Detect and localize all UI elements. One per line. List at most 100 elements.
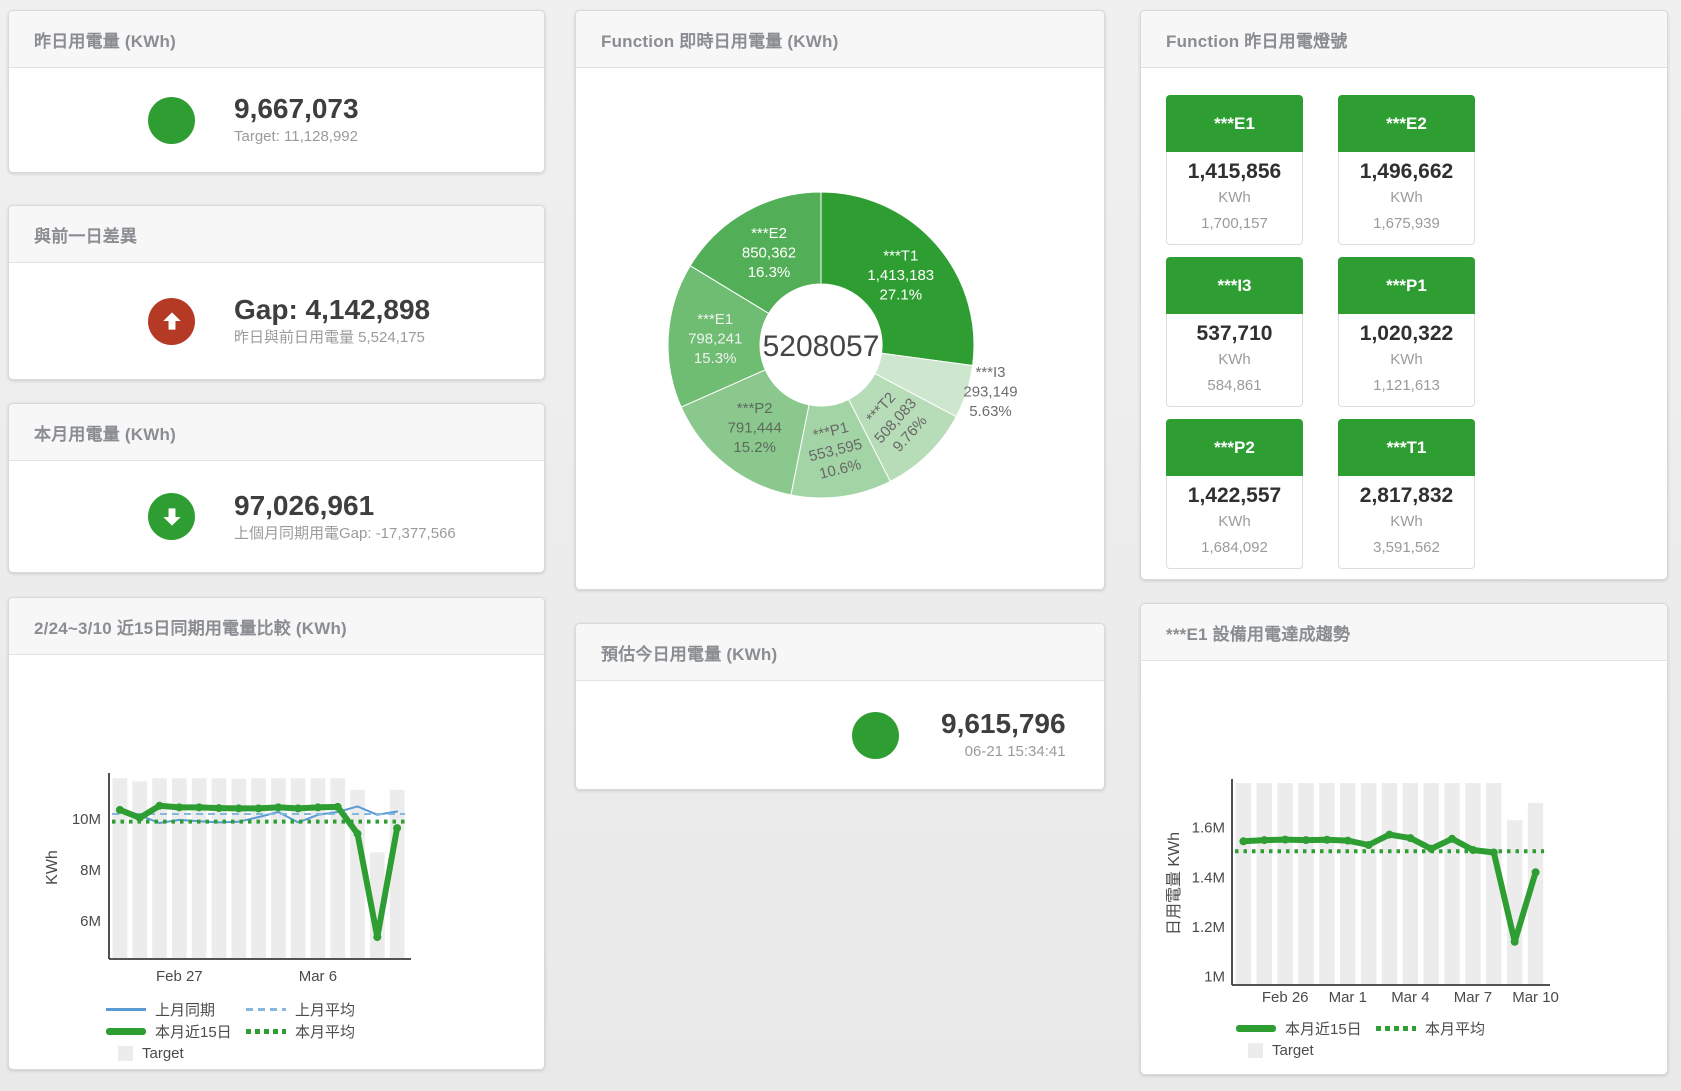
- legend-item-label: 上月平均: [295, 999, 355, 1020]
- e1-trend-chart: 1M1.2M1.4M1.6MFeb 26Mar 1Mar 4Mar 7Mar 1…: [1141, 661, 1667, 1013]
- device-tile-value: 1,415,856: [1169, 158, 1300, 185]
- card-yesterday-body: 9,667,073 Target: 11,128,992: [9, 68, 544, 172]
- card-gap-header: 與前一日差異: [9, 206, 544, 263]
- card-yesterday-lights: Function 昨日用電燈號 ***E11,415,856KWh1,700,1…: [1140, 10, 1668, 580]
- legend-item-Target[interactable]: Target: [1236, 1042, 1376, 1059]
- device-tile-P2: ***P21,422,557KWh1,684,092: [1166, 419, 1303, 569]
- device-tile-body: 2,817,832KWh3,591,562: [1338, 476, 1475, 569]
- card-yesterday-usage: 昨日用電量 (KWh) 9,667,073 Target: 11,128,992: [8, 10, 545, 173]
- y-tick-label: 10M: [72, 811, 101, 828]
- comparison-card-title: 2/24~3/10 近15日同期用電量比較 (KWh): [34, 614, 347, 639]
- device-tile-body: 1,496,662KWh1,675,939: [1338, 152, 1475, 245]
- device-tile-value: 1,020,322: [1341, 320, 1472, 347]
- device-tile-unit: KWh: [1341, 347, 1472, 373]
- legend-item-label: 本月平均: [1425, 1018, 1485, 1039]
- legend-row: Target: [106, 1042, 544, 1064]
- card-yesterday-title: 昨日用電量 (KWh): [34, 27, 176, 52]
- legend-row: 上月同期 上月平均: [106, 998, 544, 1020]
- donut-center-total: 5208057: [763, 330, 880, 363]
- device-tile-unit: KWh: [1341, 185, 1472, 211]
- device-tile-T1: ***T12,817,832KWh3,591,562: [1338, 419, 1475, 569]
- card-month-usage: 本月用電量 (KWh) 97,026,961 上個月同期用電Gap: -17,3…: [8, 403, 545, 573]
- donut-card-title: Function 即時日用電量 (KWh): [601, 27, 838, 52]
- legend-item-本月平均[interactable]: 本月平均: [1376, 1018, 1516, 1039]
- month-usage-value: 97,026,961: [234, 489, 456, 523]
- card-e1-trend: ***E1 設備用電達成趨勢 1M1.2M1.4M1.6MFeb 26Mar 1…: [1140, 603, 1668, 1075]
- month-usage-gap: 上個月同期用電Gap: -17,377,566: [234, 523, 456, 545]
- comparison-card-header: 2/24~3/10 近15日同期用電量比較 (KWh): [9, 598, 544, 655]
- device-tile-target: 1,700,157: [1169, 211, 1300, 237]
- y-tick-label: 1.6M: [1192, 820, 1225, 837]
- chart-right-svg: 1M1.2M1.4M1.6MFeb 26Mar 1Mar 4Mar 7Mar 1…: [1141, 661, 1668, 1008]
- legend-item-上月同期[interactable]: 上月同期: [106, 999, 246, 1020]
- status-dot-green-icon: [148, 97, 195, 144]
- arrow-down-circle-icon: [148, 493, 195, 540]
- legend-item-label: Target: [142, 1045, 184, 1062]
- device-tile-value: 2,817,832: [1341, 482, 1472, 509]
- estimate-card-title: 預估今日用電量 (KWh): [601, 640, 777, 665]
- y-tick-label: 6M: [80, 913, 101, 930]
- arrow-up-icon: [159, 308, 185, 334]
- x-tick-label: Mar 1: [1329, 989, 1367, 1006]
- device-tile-body: 1,020,322KWh1,121,613: [1338, 314, 1475, 407]
- device-tile-unit: KWh: [1169, 185, 1300, 211]
- card-month-header: 本月用電量 (KWh): [9, 404, 544, 461]
- legend-row: 本月近15日 本月平均: [106, 1020, 544, 1042]
- device-tile-value: 537,710: [1169, 320, 1300, 347]
- donut-card-header: Function 即時日用電量 (KWh): [576, 11, 1104, 68]
- target-bars: [1236, 783, 1544, 984]
- arrow-up-circle-icon: [148, 298, 195, 345]
- legend-line-swatch-icon: [106, 1008, 146, 1011]
- legend-item-label: 上月同期: [155, 999, 215, 1020]
- device-tile-status-header: ***P2: [1166, 419, 1303, 476]
- donut-svg: ***T11,413,18327.1%***I3293,1495.63%***T…: [576, 68, 1105, 588]
- legend-item-上月平均[interactable]: 上月平均: [246, 999, 386, 1020]
- device-tile-target: 1,675,939: [1341, 211, 1472, 237]
- device-tile-unit: KWh: [1341, 509, 1472, 535]
- legend-item-label: Target: [1272, 1042, 1314, 1059]
- estimate-value: 9,615,796: [941, 707, 1066, 741]
- estimate-timestamp: 06-21 15:34:41: [941, 741, 1066, 763]
- card-gap-title: 與前一日差異: [34, 222, 137, 247]
- estimate-card-body: 9,615,796 06-21 15:34:41: [576, 681, 1104, 789]
- device-tile-status-header: ***P1: [1338, 257, 1475, 314]
- legend-item-label: 本月平均: [295, 1021, 355, 1042]
- card-month-body: 97,026,961 上個月同期用電Gap: -17,377,566: [9, 461, 544, 572]
- device-tile-target: 1,121,613: [1341, 373, 1472, 399]
- x-tick-label: Feb 27: [156, 968, 203, 985]
- x-tick-label: Mar 10: [1512, 989, 1559, 1006]
- device-tiles-grid: ***E11,415,856KWh1,700,157***E21,496,662…: [1141, 68, 1646, 580]
- device-tile-status-header: ***E1: [1166, 95, 1303, 152]
- legend-line-swatch-icon: [1236, 1025, 1276, 1032]
- e1-trend-chart-legend: 本月近15日 本月平均 Target: [1236, 1017, 1667, 1061]
- lights-card-title: Function 昨日用電燈號: [1166, 27, 1347, 52]
- x-tick-label: Mar 4: [1391, 989, 1429, 1006]
- device-tile-status-header: ***I3: [1166, 257, 1303, 314]
- legend-line-swatch-icon: [246, 1029, 286, 1034]
- estimate-card-header: 預估今日用電量 (KWh): [576, 624, 1104, 681]
- legend-line-swatch-icon: [106, 1028, 146, 1035]
- legend-item-本月近15日[interactable]: 本月近15日: [1236, 1018, 1376, 1039]
- legend-item-Target[interactable]: Target: [106, 1045, 246, 1062]
- x-tick-label: Mar 6: [299, 968, 337, 985]
- device-tile-P1: ***P11,020,322KWh1,121,613: [1338, 257, 1475, 407]
- comparison-chart-legend: 上月同期 上月平均本月近15日 本月平均 Target: [106, 998, 544, 1064]
- legend-row: 本月近15日 本月平均: [1236, 1017, 1667, 1039]
- device-tile-status-header: ***E2: [1338, 95, 1475, 152]
- yesterday-usage-value: 9,667,073: [234, 92, 359, 126]
- dashboard-page: 昨日用電量 (KWh) 9,667,073 Target: 11,128,992…: [0, 0, 1681, 1091]
- donut-chart: ***T11,413,18327.1%***I3293,1495.63%***T…: [576, 68, 1104, 590]
- device-tile-I3: ***I3537,710KWh584,861: [1166, 257, 1303, 407]
- legend-line-swatch-icon: [246, 1008, 286, 1011]
- legend-item-本月近15日[interactable]: 本月近15日: [106, 1021, 246, 1042]
- legend-item-本月平均[interactable]: 本月平均: [246, 1021, 386, 1042]
- device-tile-unit: KWh: [1169, 347, 1300, 373]
- device-tile-value: 1,422,557: [1169, 482, 1300, 509]
- gap-value: Gap: 4,142,898: [234, 293, 430, 327]
- y-axis-label: 日用電量 KWh: [1166, 832, 1183, 935]
- card-gap-prev-day: 與前一日差異 Gap: 4,142,898 昨日與前日用電量 5,524,175: [8, 205, 545, 380]
- device-tile-value: 1,496,662: [1341, 158, 1472, 185]
- e1-trend-card-header: ***E1 設備用電達成趨勢: [1141, 604, 1667, 661]
- card-estimate-today: 預估今日用電量 (KWh) 9,615,796 06-21 15:34:41: [575, 623, 1105, 790]
- legend-bar-swatch-icon: [118, 1046, 133, 1061]
